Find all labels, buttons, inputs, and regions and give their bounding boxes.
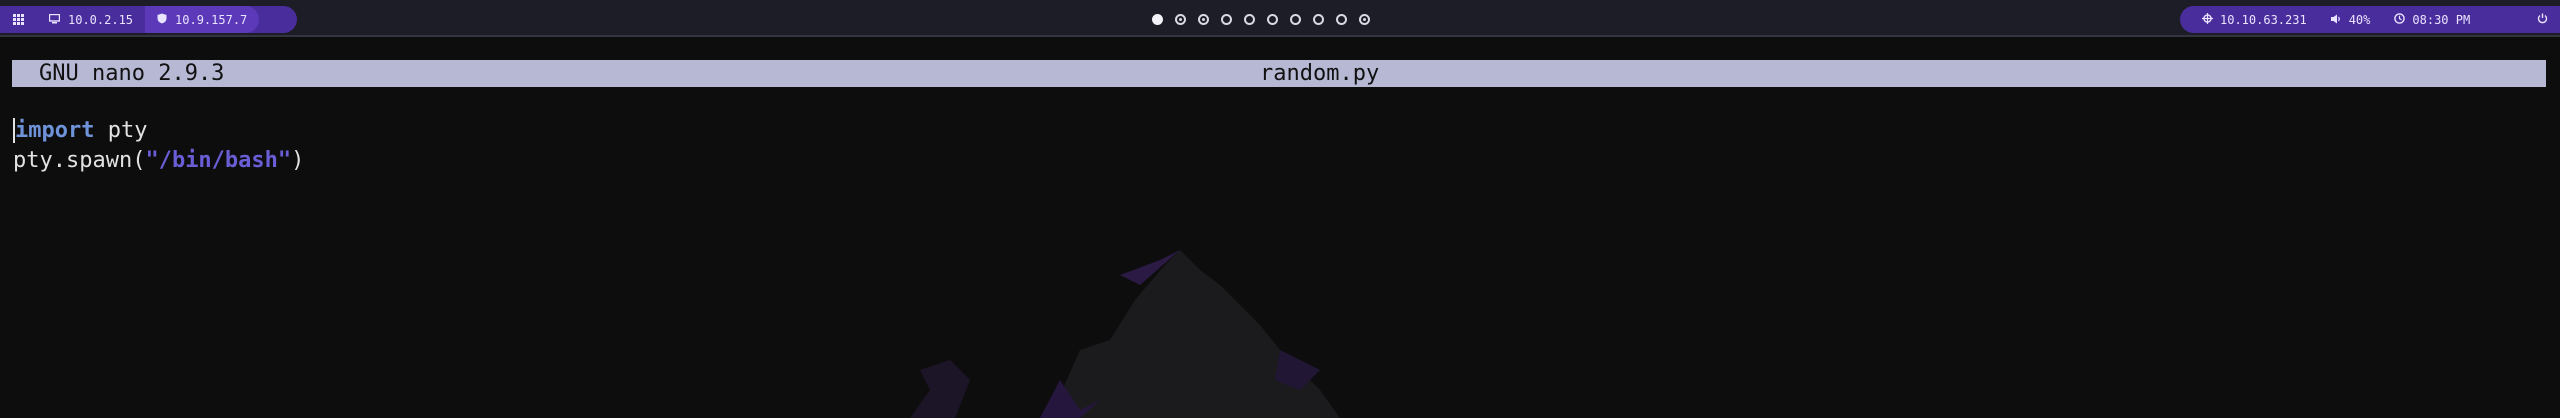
target-ip-text: 10.10.63.231: [2220, 12, 2307, 27]
volume-widget[interactable]: 40%: [2319, 6, 2383, 33]
local-ip-widget[interactable]: 10.0.2.15: [37, 6, 145, 33]
workspace-1[interactable]: [1152, 13, 1163, 25]
workspace-9[interactable]: [1336, 13, 1347, 25]
wallpaper-splash: [910, 250, 1340, 418]
nano-version: GNU nano 2.9.3: [39, 61, 225, 86]
left-panel-group: 10.0.2.15 10.9.157.7: [0, 6, 297, 33]
shield-icon: [157, 13, 167, 27]
local-ip-text: 10.0.2.15: [68, 12, 134, 27]
file-name: random.py: [1260, 61, 1380, 86]
speaker-icon: [2330, 13, 2342, 27]
nano-title-bar: GNU nano 2.9.3 random.py: [12, 60, 2546, 87]
plain-token: pty: [94, 118, 148, 143]
workspace-5[interactable]: [1244, 13, 1255, 25]
power-icon: [2537, 13, 2548, 27]
clock-widget[interactable]: 08:30 PM: [2382, 6, 2482, 33]
crosshair-icon: [2202, 12, 2213, 27]
clock-text: 08:30 PM: [2412, 12, 2471, 27]
right-panel-group: 10.10.63.231 40% 08:30 PM: [2180, 6, 2560, 33]
plain-token: ): [291, 148, 305, 173]
volume-text: 40%: [2348, 12, 2371, 27]
apps-menu-button[interactable]: [0, 6, 37, 33]
workspace-2[interactable]: [1175, 13, 1186, 25]
target-ip-widget[interactable]: 10.10.63.231: [2180, 6, 2319, 33]
keyword-token: import: [13, 118, 95, 143]
top-panel: 10.0.2.15 10.9.157.7 10.10.63.231 40% 08…: [0, 0, 2560, 37]
workspace-3[interactable]: [1198, 13, 1209, 25]
vpn-ip-text: 10.9.157.7: [175, 12, 248, 27]
string-token: "/bin/bash": [145, 148, 292, 173]
code-line-2: pty.spawn("/bin/bash"): [13, 146, 304, 176]
power-button[interactable]: [2525, 6, 2560, 33]
editor-text-area[interactable]: import pty pty.spawn("/bin/bash"): [13, 116, 304, 176]
plain-token: pty.spawn(: [13, 148, 146, 173]
workspace-6[interactable]: [1267, 13, 1278, 25]
grid-icon: [13, 14, 24, 25]
workspace-4[interactable]: [1221, 13, 1232, 25]
monitor-icon: [48, 13, 61, 27]
workspace-switcher: [1152, 11, 1370, 27]
vpn-ip-widget[interactable]: 10.9.157.7: [145, 6, 260, 33]
workspace-10[interactable]: [1359, 13, 1370, 25]
clock-icon: [2394, 12, 2406, 27]
workspace-7[interactable]: [1290, 13, 1301, 25]
code-line-1: import pty: [13, 116, 304, 146]
workspace-8[interactable]: [1313, 13, 1324, 25]
